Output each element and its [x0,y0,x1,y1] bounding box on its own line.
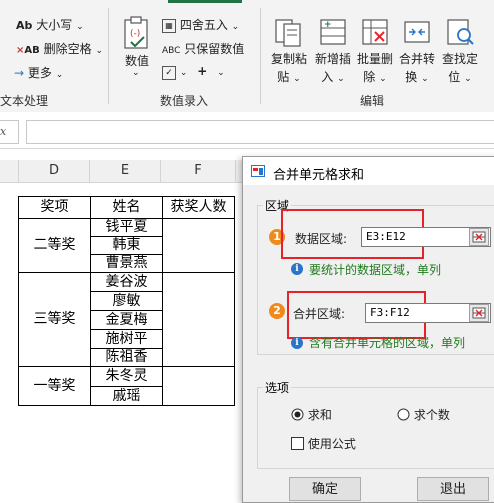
formula-input[interactable] [26,120,494,144]
sum-radio[interactable]: 求和 [291,406,332,423]
insert-label-2: 入 ⌄ [321,70,345,84]
copy-paste-icon [275,19,301,47]
group-label-edit: 编辑 [360,94,385,108]
merge-cells-icon [404,21,430,43]
chevron-down-icon: ⌄ [95,46,103,56]
column-header-f[interactable]: F [161,160,236,183]
insert-button[interactable]: + 新增插 入 ⌄ [312,14,354,86]
group-separator [260,8,261,104]
column-header-prev [0,160,19,183]
find-icon [447,19,474,45]
arrow-right-icon: → [14,66,25,80]
radio-selected-icon [291,408,304,421]
chevron-down-icon: ⌄ [217,68,225,78]
chevron-down-icon: ⌄ [379,74,387,84]
group-separator [108,8,109,104]
copy-paste-label-2: 贴 ⌄ [277,70,301,84]
name-cell[interactable]: 廖敏 [90,291,163,311]
range-select-icon [472,231,486,243]
column-header-e[interactable]: E [90,160,161,183]
name-cell[interactable]: 姜谷波 [90,272,163,292]
group-label-text: 文本处理 [0,94,49,108]
more-button[interactable]: → 更多 ⌄ [14,64,63,81]
range-select-button[interactable] [469,304,489,322]
checkbox-empty-icon [291,437,304,450]
name-cell[interactable]: 韩東 [90,236,163,255]
chevron-down-icon: ⌄ [464,74,472,84]
batch-delete-button[interactable]: 批量删 除 ⌄ [354,14,396,86]
use-formula-checkbox[interactable]: 使用公式 [291,435,356,452]
dialog-title: 合并单元格求和 [273,168,365,183]
winners-cell[interactable] [162,218,235,273]
find-locate-label-2: 位 ⌄ [448,70,472,84]
name-cell[interactable]: 钱平夏 [90,218,163,237]
insert-rows-icon: + [320,19,346,45]
info-icon: i [291,337,303,349]
active-tab-indicator [168,0,242,3]
svg-text:+: + [324,20,332,30]
step-2-badge: 2 [269,303,285,319]
name-cell[interactable]: 戚瑶 [90,386,163,406]
change-case-icon: Ab [16,19,33,32]
chevron-down-icon: ⌄ [76,22,84,32]
abc-icon: ABC [162,46,181,56]
radio-empty-icon [397,408,410,421]
find-locate-button[interactable]: 查找定 位 ⌄ [438,14,482,86]
name-cell[interactable]: 施树平 [90,329,163,349]
winners-cell[interactable] [162,366,235,406]
range-select-icon [472,307,486,319]
ok-button[interactable]: 确定 [289,477,361,501]
fx-icon: x [0,125,7,138]
award-cell[interactable]: 一等奖 [18,366,91,406]
name-cell[interactable]: 朱冬灵 [90,366,163,387]
remove-spaces-button[interactable]: ×AB 删除空格 ⌄ [16,40,103,57]
award-cell[interactable]: 二等奖 [18,218,91,273]
count-radio[interactable]: 求个数 [397,406,450,423]
column-header-d[interactable]: D [19,160,90,183]
round-button[interactable]: ▦ 四舍五入 ⌄ [162,16,239,33]
merge-convert-button[interactable]: 合并转 换 ⌄ [396,14,438,86]
header-award[interactable]: 奖项 [18,196,91,219]
merge-sum-dialog: 合并单元格求和 区域 1 数据区域: E3:E12 i 要统计的数据区域，单列 … [242,156,494,503]
plus-icon[interactable]: + [197,64,207,78]
range-select-button[interactable] [469,228,489,246]
options-fieldset [257,387,494,469]
winners-cell[interactable] [162,272,235,367]
chevron-down-icon: ⌄ [179,68,188,78]
chevron-down-icon: ⌄ [337,74,345,84]
header-name[interactable]: 姓名 [90,196,163,219]
options-legend: 选项 [263,379,292,396]
merge-range-hint: 含有合并单元格的区域，单列 [309,336,466,350]
header-winners[interactable]: 获奖人数 [162,196,235,219]
check-box-icon[interactable]: ✓ [162,66,176,80]
chevron-down-icon: ⌄ [231,22,240,32]
group-label-numeric: 数值录入 [160,94,209,108]
chevron-down-icon: ⌄ [293,74,301,84]
merge-range-label: 合并区域: [293,307,346,321]
batch-delete-icon [362,19,388,45]
batch-delete-label-2: 除 ⌄ [363,70,387,84]
data-range-hint: 要统计的数据区域，单列 [309,263,442,277]
chevron-down-icon: ⌄ [421,74,429,84]
round-icon: ▦ [162,18,176,33]
name-cell[interactable]: 陈祖香 [90,348,163,367]
clipboard-check-icon: (-) [124,16,148,49]
data-range-label: 数据区域: [295,232,348,246]
award-cell[interactable]: 三等奖 [18,272,91,367]
exit-button[interactable]: 退出 [417,477,489,501]
numeric-extra-tools: ✓ ⌄ + ⌄ [162,64,225,80]
name-box[interactable]: x [0,120,19,144]
merge-convert-label-2: 换 ⌄ [405,70,429,84]
name-cell[interactable]: 金夏梅 [90,310,163,330]
chevron-down-icon: ⌄ [132,68,140,78]
info-icon: i [291,263,303,275]
chevron-down-icon: ⌄ [55,70,64,80]
copy-paste-button[interactable]: 复制粘 贴 ⌄ [268,14,310,86]
change-case-button[interactable]: Ab 大小写 ⌄ [16,16,84,33]
value-button[interactable]: (-) 数值 ⌄ [116,14,158,84]
svg-text:(-): (-) [130,29,140,39]
keep-value-button[interactable]: ABC 只保留数值 [162,40,244,57]
app-icon [251,165,265,177]
name-cell[interactable]: 曹景燕 [90,254,163,273]
